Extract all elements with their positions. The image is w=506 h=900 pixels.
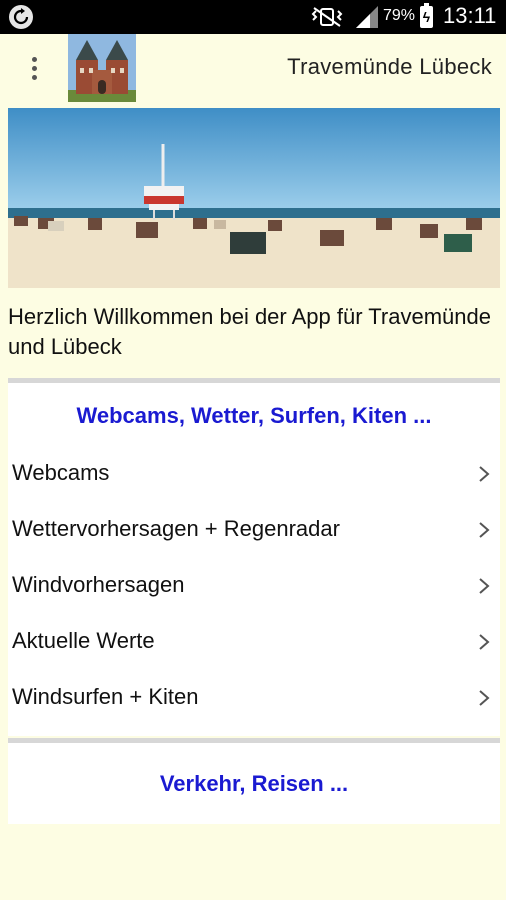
holstentor-logo <box>68 34 136 102</box>
list-item-label: Windsurfen + Kiten <box>12 684 199 709</box>
list-item-label: Aktuelle Werte <box>12 628 155 653</box>
list-item-aktuelle-werte[interactable]: Aktuelle Werte <box>8 613 500 669</box>
list-item-label: Wettervorhersagen + Regenradar <box>12 516 340 541</box>
sync-icon <box>9 5 33 29</box>
vibrate-mute-icon <box>311 7 343 27</box>
section-title[interactable]: Verkehr, Reisen ... <box>8 743 500 797</box>
chevron-right-icon <box>479 690 490 706</box>
overflow-menu-icon[interactable] <box>22 54 46 84</box>
section-card-webcams: Webcams, Wetter, Surfen, Kiten ... Webca… <box>8 378 500 736</box>
chevron-right-icon <box>479 466 490 482</box>
list-item-windsurfen-kiten[interactable]: Windsurfen + Kiten <box>8 669 500 725</box>
welcome-text: Herzlich Willkommen bei der App für Trav… <box>8 304 491 359</box>
list-item-label: Windvorhersagen <box>12 572 185 597</box>
list-item-wettervorhersagen[interactable]: Wettervorhersagen + Regenradar <box>8 501 500 557</box>
section-card-verkehr: Verkehr, Reisen ... <box>8 738 500 824</box>
hero-beach-image <box>8 108 500 288</box>
battery-icon: ϟ <box>420 3 433 28</box>
chevron-right-icon <box>479 578 490 594</box>
clock: 13:11 <box>443 3 497 28</box>
list-item-label: Webcams <box>12 460 110 485</box>
app-bar: Travemünde Lübeck <box>0 34 506 104</box>
list-item-webcams[interactable]: Webcams <box>8 445 500 501</box>
chevron-right-icon <box>479 522 490 538</box>
signal-icon <box>356 6 378 28</box>
list-item-windvorhersagen[interactable]: Windvorhersagen <box>8 557 500 613</box>
status-bar: 79% ϟ 13:11 <box>0 0 506 34</box>
chevron-right-icon <box>479 634 490 650</box>
battery-percent: 79% <box>383 7 416 24</box>
app-title: Travemünde Lübeck <box>287 54 492 79</box>
section-title[interactable]: Webcams, Wetter, Surfen, Kiten ... <box>8 383 500 445</box>
